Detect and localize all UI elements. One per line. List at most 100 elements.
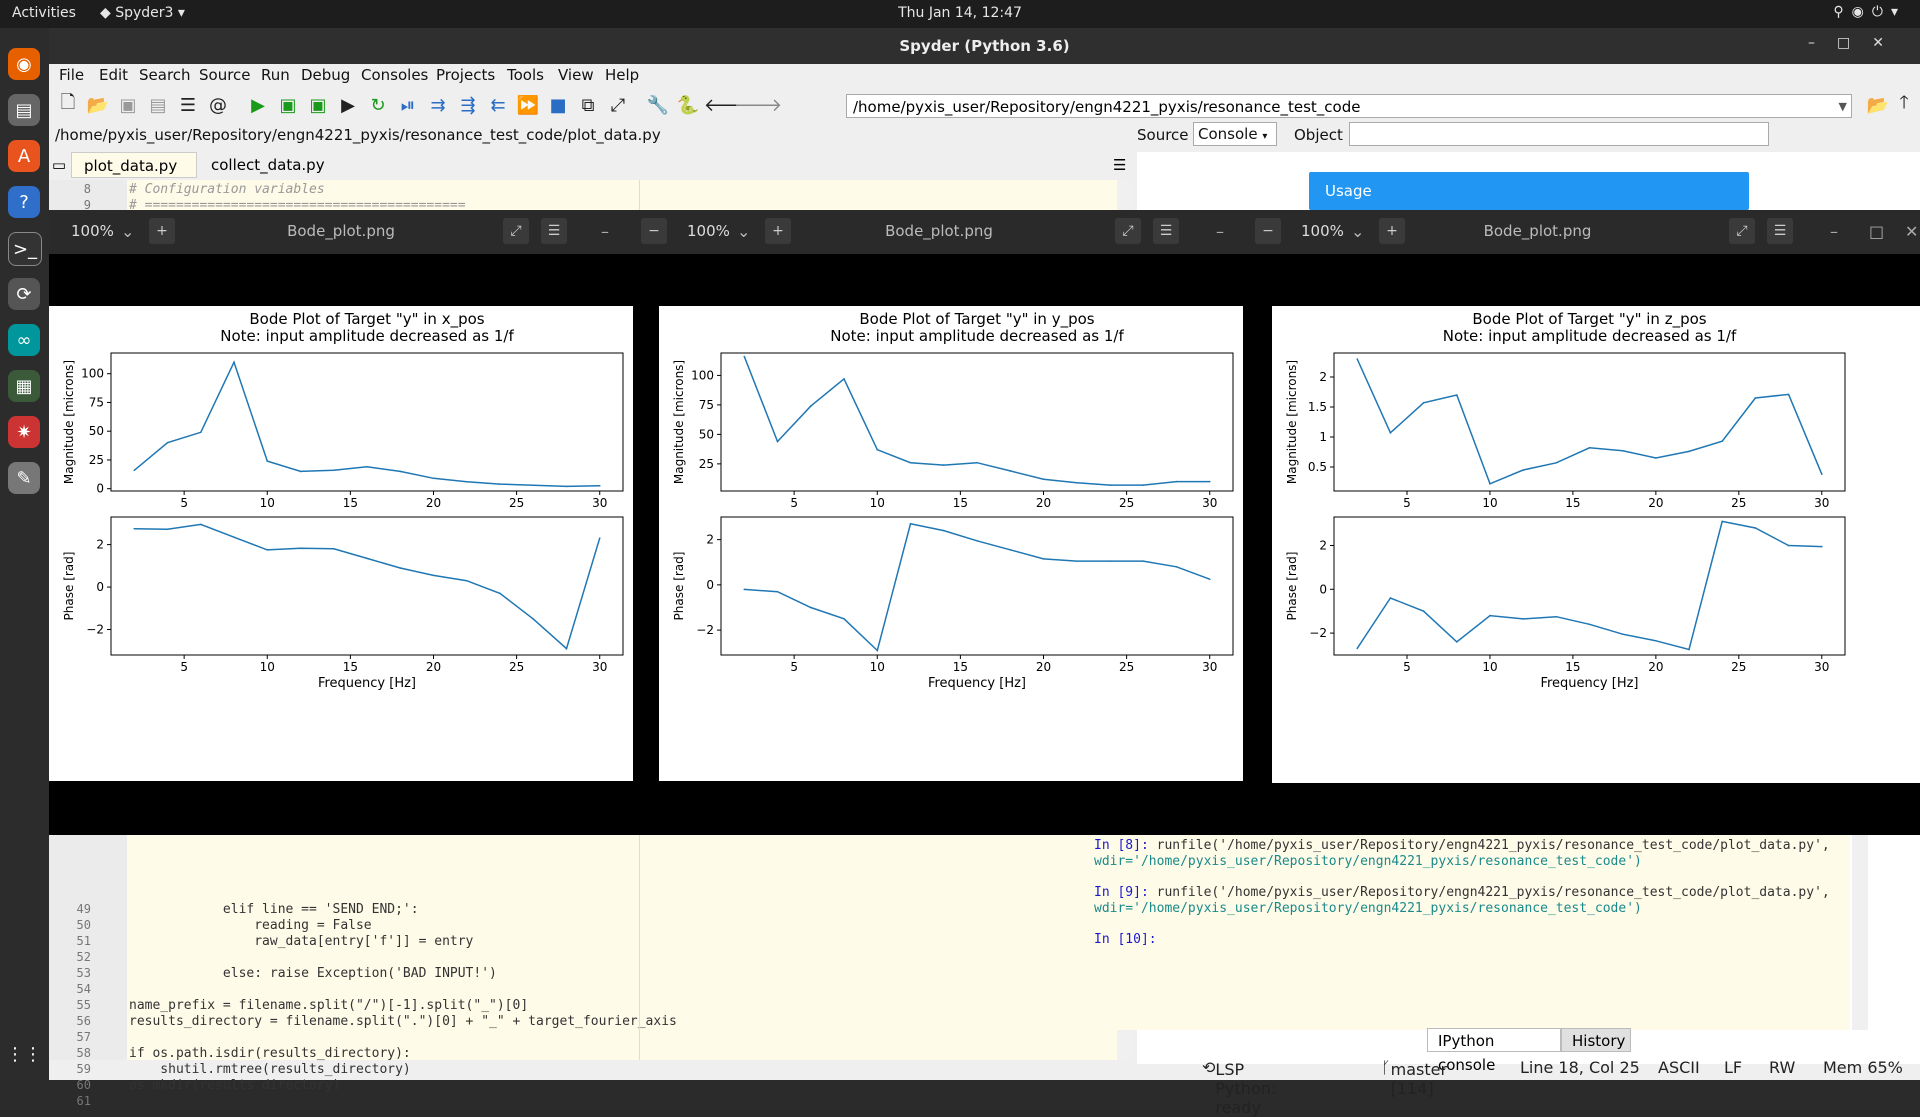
browse-folder-icon[interactable]: 📂 — [1865, 92, 1891, 118]
tab-label: collect_data.py — [211, 156, 325, 174]
show-applications-icon[interactable]: ⋮⋮ — [6, 1038, 42, 1070]
software-center-icon[interactable]: A — [8, 140, 40, 172]
editor-tabs: ▭ plot_data.py ✖ collect_data.py ✖ ☰ — [49, 152, 1131, 201]
step-into-icon[interactable]: ⇶ — [455, 92, 481, 118]
close-icon[interactable]: ✕ — [1905, 222, 1918, 241]
rerun-icon[interactable]: ↻ — [365, 92, 391, 118]
magnitude-data-point — [199, 431, 202, 434]
run-cell-icon[interactable]: ▣ — [275, 92, 301, 118]
menu-source[interactable]: Source — [199, 66, 251, 84]
tab-ipython-console[interactable]: IPython console — [1427, 1028, 1561, 1074]
axes-frame — [720, 516, 1234, 656]
chevron-down-icon[interactable]: ▼ — [1839, 95, 1847, 119]
menu-edit[interactable]: Edit — [99, 66, 128, 84]
window-title-bar: Spyder (Python 3.6) –□✕ — [49, 28, 1920, 64]
image-viewer-x[interactable]: 100% ⌄ + Bode_plot.png ⤢ ☰ – Bode Plot o… — [49, 210, 633, 835]
viewer-header: − 100% ⌄ + Bode_plot.png ⤢ ☰ – — [633, 210, 1245, 254]
python-path-icon[interactable]: 🐍 — [675, 92, 701, 118]
terminal-icon[interactable]: >_ — [8, 232, 42, 266]
run-icon[interactable]: ▶ — [245, 92, 271, 118]
spyder-icon[interactable]: ✷ — [8, 416, 40, 448]
y-tick-label: 2 — [1319, 370, 1327, 384]
y-tick-label: 0 — [706, 578, 714, 592]
help-icon[interactable]: ? — [8, 186, 40, 218]
image-viewer-y[interactable]: − 100% ⌄ + Bode_plot.png ⤢ ☰ – Bode Plot… — [633, 210, 1245, 835]
y-tick-label: 0.5 — [1308, 460, 1327, 474]
maximize-icon[interactable]: □ — [1869, 222, 1884, 241]
menu-debug[interactable]: Debug — [301, 66, 350, 84]
phase-data-point — [942, 529, 945, 532]
magnitude-data-point — [133, 469, 136, 472]
maximize-pane-icon[interactable]: ⧉ — [575, 92, 601, 118]
arduino-icon[interactable]: ∞ — [8, 324, 40, 356]
working-directory-input[interactable]: /home/pyxis_user/Repository/engn4221_pyx… — [846, 94, 1852, 118]
menu-file[interactable]: File — [59, 66, 84, 84]
tab-plot-data[interactable]: plot_data.py ✖ — [71, 152, 197, 201]
clock[interactable]: Thu Jan 14, 12:47 — [0, 5, 1920, 21]
object-input[interactable] — [1349, 122, 1769, 146]
window-controls[interactable]: –□✕ — [1808, 35, 1906, 51]
open-file-icon[interactable]: 📂 — [85, 92, 111, 118]
fullscreen-icon[interactable]: ⤢ — [605, 92, 631, 118]
firefox-icon[interactable]: ◉ — [8, 48, 40, 80]
phase-data-point — [432, 574, 435, 577]
working-directory-value: /home/pyxis_user/Repository/engn4221_pyx… — [853, 98, 1361, 116]
run-selection-icon[interactable]: ▶ — [335, 92, 361, 118]
parent-directory-icon[interactable]: 🡑 — [1891, 92, 1917, 118]
menu-consoles[interactable]: Consoles — [361, 66, 428, 84]
at-icon[interactable]: @ — [205, 92, 231, 118]
minimize-icon[interactable]: – — [601, 222, 609, 241]
save-all-icon[interactable]: ▤ — [145, 92, 171, 118]
expand-icon[interactable]: ⤢ — [1115, 218, 1141, 244]
browse-tabs-icon[interactable]: ▭ — [49, 152, 69, 178]
preferences-icon[interactable]: 🔧 — [645, 92, 671, 118]
source-select[interactable]: Console ▾ — [1193, 122, 1277, 146]
menu-view[interactable]: View — [558, 66, 594, 84]
tab-collect-data[interactable]: collect_data.py ✖ — [199, 152, 339, 200]
bode-plot-y: Bode Plot of Target "y" in y_posNote: in… — [672, 310, 1234, 691]
menu-icon[interactable]: ☰ — [1153, 218, 1179, 244]
dock: ◉ ▤ A ? >_ ⟳ ∞ ▦ ✷ ✎ ⋮⋮ — [0, 28, 49, 1080]
x-tick-label: 15 — [343, 660, 358, 674]
y-axis-label: Magnitude [microns] — [62, 360, 76, 484]
system-tray[interactable]: ⚲◉⏻▾ — [1833, 4, 1906, 20]
files-icon[interactable]: ▤ — [8, 94, 40, 126]
run-cell-advance-icon[interactable]: ▣ — [305, 92, 331, 118]
new-file-icon[interactable]: 🗋 — [55, 92, 81, 118]
tab-history[interactable]: History — [1561, 1028, 1631, 1052]
text-editor-icon[interactable]: ✎ — [8, 462, 40, 494]
save-icon[interactable]: ▣ — [115, 92, 141, 118]
continue-icon[interactable]: ⏩ — [515, 92, 541, 118]
menu-icon[interactable]: ☰ — [1767, 218, 1793, 244]
y-tick-label: 1.5 — [1308, 400, 1327, 414]
step-icon[interactable]: ⇉ — [425, 92, 451, 118]
expand-icon[interactable]: ⤢ — [503, 218, 529, 244]
menu-help[interactable]: Help — [605, 66, 639, 84]
lsp-status-text: LSP Python: ready — [1215, 1060, 1277, 1117]
git-branch-text: master [114] — [1390, 1060, 1448, 1098]
system-monitor-icon[interactable]: ▦ — [8, 370, 40, 402]
forward-icon[interactable]: 🡒 — [734, 92, 782, 118]
menu-projects[interactable]: Projects — [436, 66, 495, 84]
step-return-icon[interactable]: ⇇ — [485, 92, 511, 118]
expand-icon[interactable]: ⤢ — [1729, 218, 1755, 244]
magnitude-data-point — [1142, 484, 1145, 486]
menu-icon[interactable]: ☰ — [541, 218, 567, 244]
menu-run[interactable]: Run — [261, 66, 290, 84]
menu-search[interactable]: Search — [139, 66, 191, 84]
tab-options-icon[interactable]: ☰ — [1113, 152, 1126, 178]
menu-tools[interactable]: Tools — [507, 66, 544, 84]
phase-data-point — [1389, 597, 1392, 599]
image-viewer-z[interactable]: − 100% ⌄ + Bode_plot.png ⤢ ☰ – □ ✕ Bode … — [1245, 210, 1920, 835]
console-prompt: In [8]: — [1094, 838, 1149, 853]
y-tick-label: 2 — [1319, 538, 1327, 552]
phase-data-point — [465, 579, 468, 582]
minimize-icon[interactable]: – — [1216, 222, 1224, 241]
outline-icon[interactable]: ☰ — [175, 92, 201, 118]
y-axis-label: Phase [rad] — [62, 552, 76, 621]
debug-icon[interactable]: ⏯ — [395, 92, 421, 118]
x-tick-label: 10 — [260, 660, 275, 674]
minimize-icon[interactable]: – — [1830, 222, 1838, 241]
stop-debug-icon[interactable]: ■ — [545, 92, 571, 118]
software-updater-icon[interactable]: ⟳ — [8, 278, 40, 310]
